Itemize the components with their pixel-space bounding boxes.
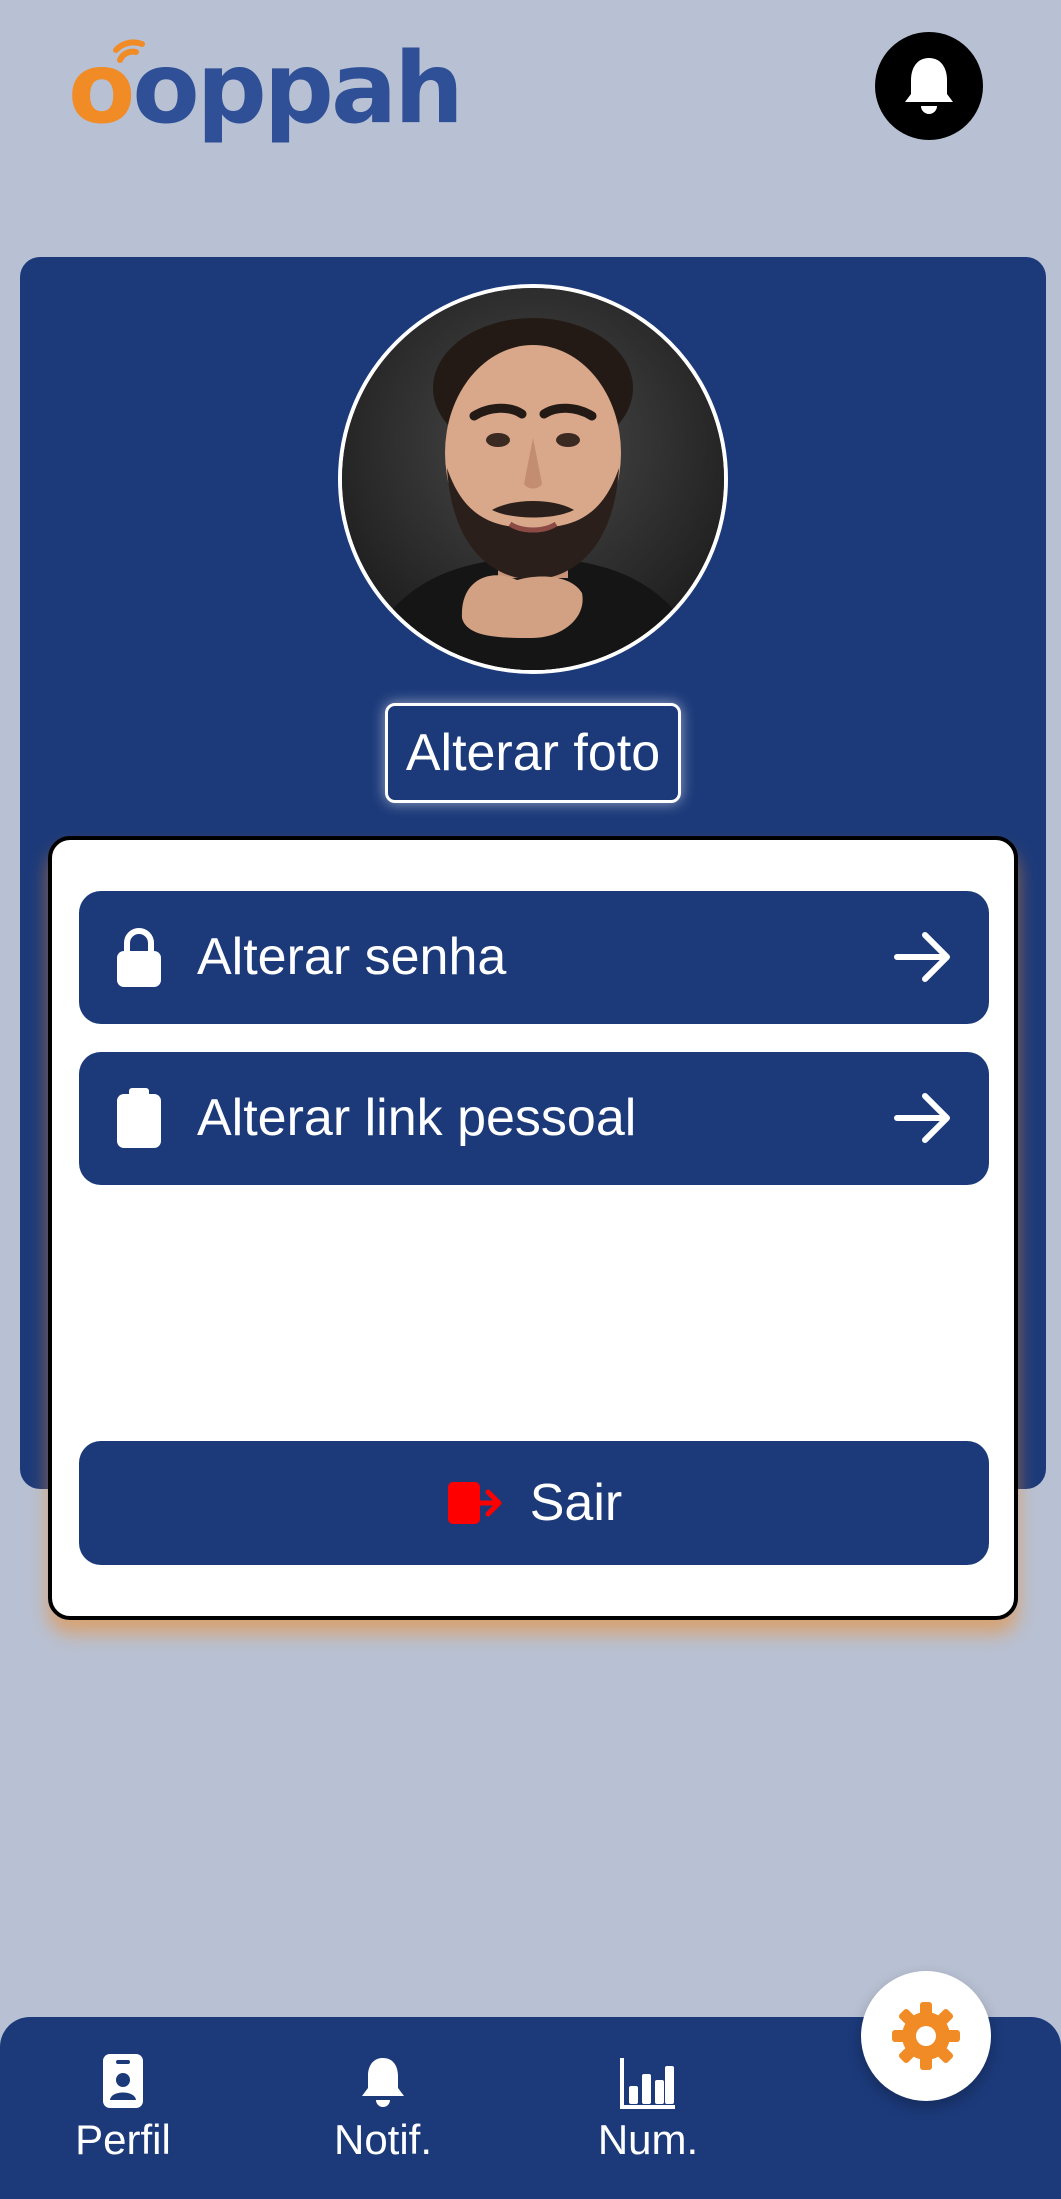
change-personal-link-label: Alterar link pessoal (197, 1089, 637, 1147)
gear-icon (892, 2002, 960, 2070)
lock-icon (117, 928, 161, 987)
bell-icon (362, 2058, 404, 2107)
nav-label-notif: Notif. (333, 2116, 433, 2163)
notification-button[interactable] (875, 32, 983, 140)
nav-item-perfil[interactable]: Perfil (23, 2050, 223, 2180)
arrow-right-icon (894, 932, 950, 982)
avatar-illustration (342, 288, 724, 670)
bell-icon (905, 58, 953, 114)
nav-item-notif[interactable]: Notif. (283, 2050, 483, 2180)
nav-item-num[interactable]: Num. (548, 2050, 748, 2180)
nav-label-perfil: Perfil (75, 2116, 171, 2163)
change-password-button[interactable]: Alterar senha (79, 891, 989, 1024)
bar-chart-icon (620, 2058, 675, 2109)
logout-button[interactable]: Sair (79, 1441, 989, 1565)
avatar (338, 284, 728, 674)
app-logo: ooppah (68, 34, 464, 144)
logout-icon (447, 1482, 502, 1524)
change-password-label: Alterar senha (197, 928, 507, 986)
change-photo-button[interactable]: Alterar foto (385, 703, 681, 803)
clipboard-icon (117, 1088, 161, 1148)
settings-fab-button[interactable] (861, 1971, 991, 2101)
arrow-right-icon (894, 1093, 950, 1143)
logout-label: Sair (529, 1474, 623, 1532)
change-personal-link-button[interactable]: Alterar link pessoal (79, 1052, 989, 1185)
nav-label-num: Num. (597, 2116, 699, 2163)
signal-wave-icon (113, 39, 145, 63)
logo-letters: oppah (132, 32, 464, 146)
id-badge-icon (103, 2054, 143, 2108)
